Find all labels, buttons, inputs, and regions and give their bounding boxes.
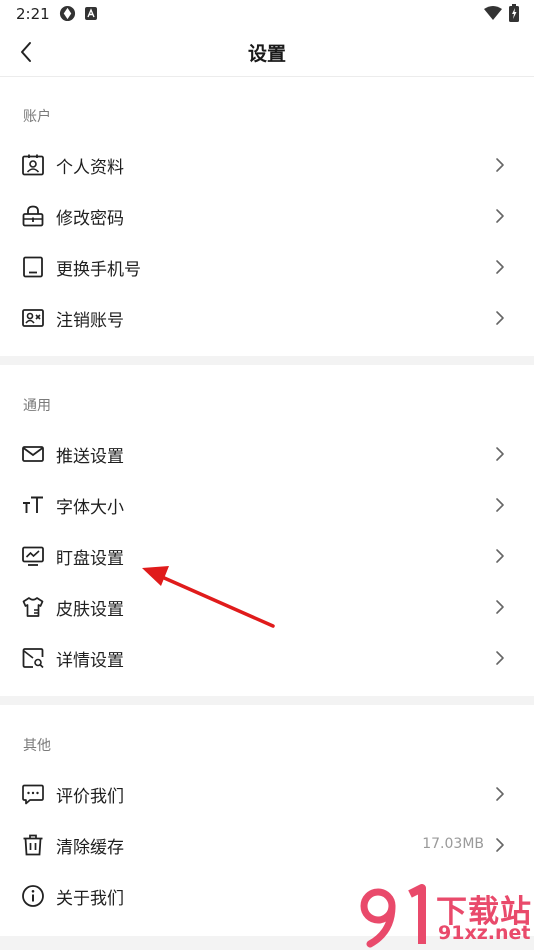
wifi-icon xyxy=(484,6,502,20)
profile-card-icon xyxy=(22,154,44,176)
section-separator xyxy=(0,356,534,365)
mail-icon xyxy=(22,446,44,462)
chat-bubble-icon xyxy=(22,784,44,805)
settings-row-push[interactable]: 推送设置 xyxy=(0,428,534,479)
chevron-right-icon xyxy=(496,549,504,563)
section-separator xyxy=(0,696,534,705)
row-label: 清除缓存 xyxy=(56,838,124,858)
row-label: 注销账号 xyxy=(56,311,124,331)
notification-app-icon xyxy=(59,5,76,22)
row-label: 评价我们 xyxy=(56,787,124,807)
cache-size-value: 17.03MB xyxy=(422,836,484,852)
trash-icon xyxy=(23,834,43,856)
settings-row-detail[interactable]: 详情设置 xyxy=(0,632,534,683)
font-size-icon xyxy=(23,496,43,513)
chevron-right-icon xyxy=(496,260,504,274)
shirt-icon xyxy=(22,597,44,617)
chevron-right-icon xyxy=(496,209,504,223)
row-label: 皮肤设置 xyxy=(56,600,124,620)
monitor-chart-icon xyxy=(22,546,44,566)
chevron-right-icon xyxy=(496,600,504,614)
settings-row-rate-us[interactable]: 评价我们 xyxy=(0,768,534,819)
section-header-other: 其他 xyxy=(23,738,51,754)
settings-row-change-phone[interactable]: 更换手机号 xyxy=(0,241,534,292)
settings-row-font-size[interactable]: 字体大小 xyxy=(0,479,534,530)
lock-icon xyxy=(22,205,44,227)
detail-search-icon xyxy=(22,648,44,669)
chevron-right-icon xyxy=(496,838,504,852)
row-label: 修改密码 xyxy=(56,209,124,229)
settings-row-change-password[interactable]: 修改密码 xyxy=(0,190,534,241)
row-label: 盯盘设置 xyxy=(56,549,124,569)
settings-row-watch-settings[interactable]: 盯盘设置 xyxy=(0,530,534,581)
nav-bar: 设置 xyxy=(0,28,534,77)
chevron-right-icon xyxy=(496,787,504,801)
row-label: 详情设置 xyxy=(56,651,124,671)
chevron-right-icon xyxy=(496,158,504,172)
phone-icon xyxy=(23,256,43,278)
watermark-logo: 下载站 91xz.net xyxy=(358,884,534,950)
chevron-right-icon xyxy=(496,311,504,325)
row-label: 推送设置 xyxy=(56,447,124,467)
page-title: 设置 xyxy=(247,43,286,65)
info-icon xyxy=(22,885,44,907)
notification-a-icon xyxy=(85,7,97,20)
row-label: 个人资料 xyxy=(56,158,124,178)
settings-row-cancel-account[interactable]: 注销账号 xyxy=(0,292,534,343)
watermark-url: 91xz.net xyxy=(438,922,531,944)
status-time: 2:21 xyxy=(16,5,50,23)
status-bar: 2:21 xyxy=(0,0,534,28)
chevron-right-icon xyxy=(496,498,504,512)
row-label: 更换手机号 xyxy=(56,260,141,280)
id-card-remove-icon xyxy=(22,309,44,327)
section-header-account: 账户 xyxy=(23,109,51,125)
battery-charging-icon xyxy=(509,4,519,22)
settings-row-clear-cache[interactable]: 清除缓存 17.03MB xyxy=(0,819,534,870)
settings-row-skin[interactable]: 皮肤设置 xyxy=(0,581,534,632)
section-header-general: 通用 xyxy=(23,398,51,414)
settings-row-profile[interactable]: 个人资料 xyxy=(0,139,534,190)
watermark-91-icon xyxy=(360,884,426,948)
chevron-right-icon xyxy=(496,447,504,461)
row-label: 关于我们 xyxy=(56,889,124,909)
chevron-right-icon xyxy=(496,651,504,665)
row-label: 字体大小 xyxy=(56,498,124,518)
